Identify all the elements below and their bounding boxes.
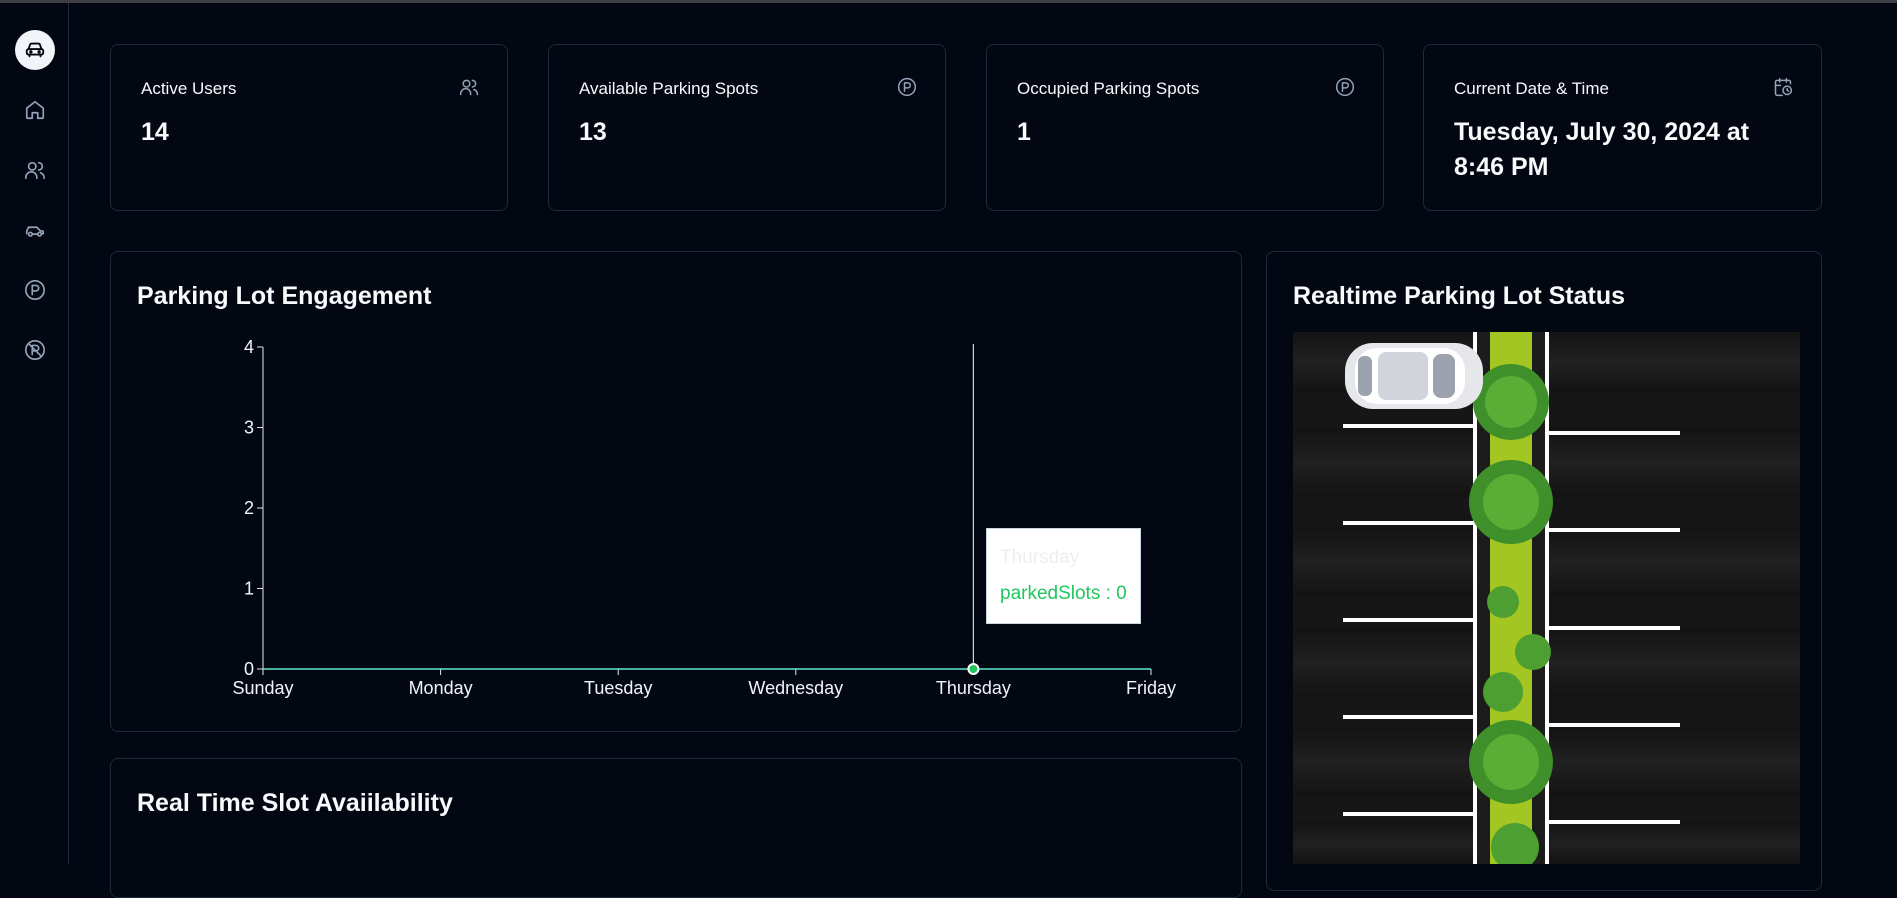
x-tick-label: Monday bbox=[409, 678, 473, 698]
active-data-point bbox=[967, 663, 980, 675]
tooltip-value: parkedSlots : 0 bbox=[1000, 583, 1127, 604]
y-tick-label: 4 bbox=[244, 337, 254, 357]
x-tick-label: Thursday bbox=[936, 678, 1011, 698]
card-title: Real Time Slot Avaiilability bbox=[137, 789, 453, 817]
y-tick-label: 2 bbox=[244, 498, 254, 518]
parking-lot-map bbox=[1293, 332, 1800, 864]
x-tick-label: Sunday bbox=[232, 678, 293, 698]
parking-lot-illustration bbox=[1293, 332, 1800, 864]
slot-availability-card: Real Time Slot Avaiilability bbox=[110, 758, 1242, 898]
x-tick-label: Wednesday bbox=[748, 678, 843, 698]
card-title: Realtime Parking Lot Status bbox=[1293, 282, 1626, 310]
y-tick-label: 3 bbox=[244, 418, 254, 438]
chart-tooltip: Thursday parkedSlots : 0 bbox=[986, 528, 1141, 624]
x-tick-label: Friday bbox=[1126, 678, 1176, 698]
y-tick-label: 1 bbox=[244, 579, 254, 599]
tooltip-label: Thursday bbox=[1000, 547, 1080, 568]
x-tick-label: Tuesday bbox=[584, 678, 652, 698]
y-tick-label: 0 bbox=[244, 659, 254, 679]
